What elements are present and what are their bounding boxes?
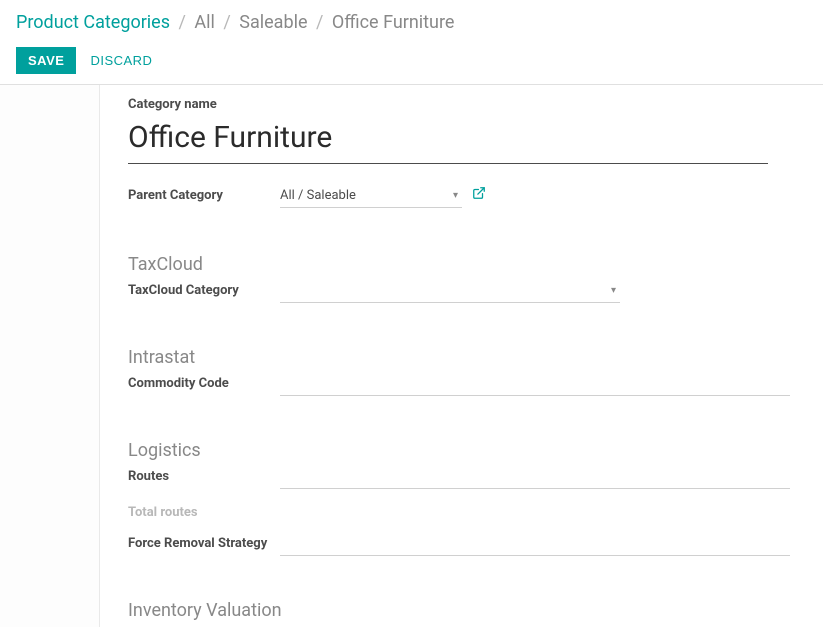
breadcrumb-item-current: Office Furniture [332, 12, 455, 33]
total-routes-label: Total routes [128, 503, 280, 520]
force-removal-input[interactable] [280, 534, 790, 556]
section-intrastat-title: Intrastat [128, 347, 795, 368]
routes-input[interactable] [280, 467, 790, 489]
section-inventory-valuation-title: Inventory Valuation [128, 600, 795, 621]
breadcrumb-sep: / [316, 12, 323, 33]
taxcloud-category-input[interactable] [280, 281, 620, 303]
parent-category-label: Parent Category [128, 186, 280, 203]
category-name-input[interactable] [128, 118, 768, 164]
breadcrumb: Product Categories / All / Saleable / Of… [16, 12, 807, 33]
parent-category-input[interactable] [280, 186, 462, 208]
section-logistics-title: Logistics [128, 440, 795, 461]
left-gutter [0, 85, 100, 627]
save-button[interactable]: SAVE [16, 47, 76, 74]
force-removal-label: Force Removal Strategy [128, 534, 280, 551]
category-name-label: Category name [128, 97, 795, 112]
routes-label: Routes [128, 467, 280, 484]
breadcrumb-item-all: All [194, 12, 215, 33]
commodity-code-input[interactable] [280, 374, 790, 396]
section-taxcloud-title: TaxCloud [128, 254, 795, 275]
discard-button[interactable]: DISCARD [90, 53, 152, 68]
form-sheet: Category name Parent Category ▾ TaxCloud… [100, 85, 823, 627]
breadcrumb-root-link[interactable]: Product Categories [16, 12, 170, 33]
commodity-code-label: Commodity Code [128, 374, 280, 391]
taxcloud-category-label: TaxCloud Category [128, 281, 280, 298]
breadcrumb-sep: / [179, 12, 186, 33]
breadcrumb-sep: / [223, 12, 230, 33]
breadcrumb-item-saleable: Saleable [239, 12, 307, 33]
external-link-icon[interactable] [472, 186, 486, 200]
